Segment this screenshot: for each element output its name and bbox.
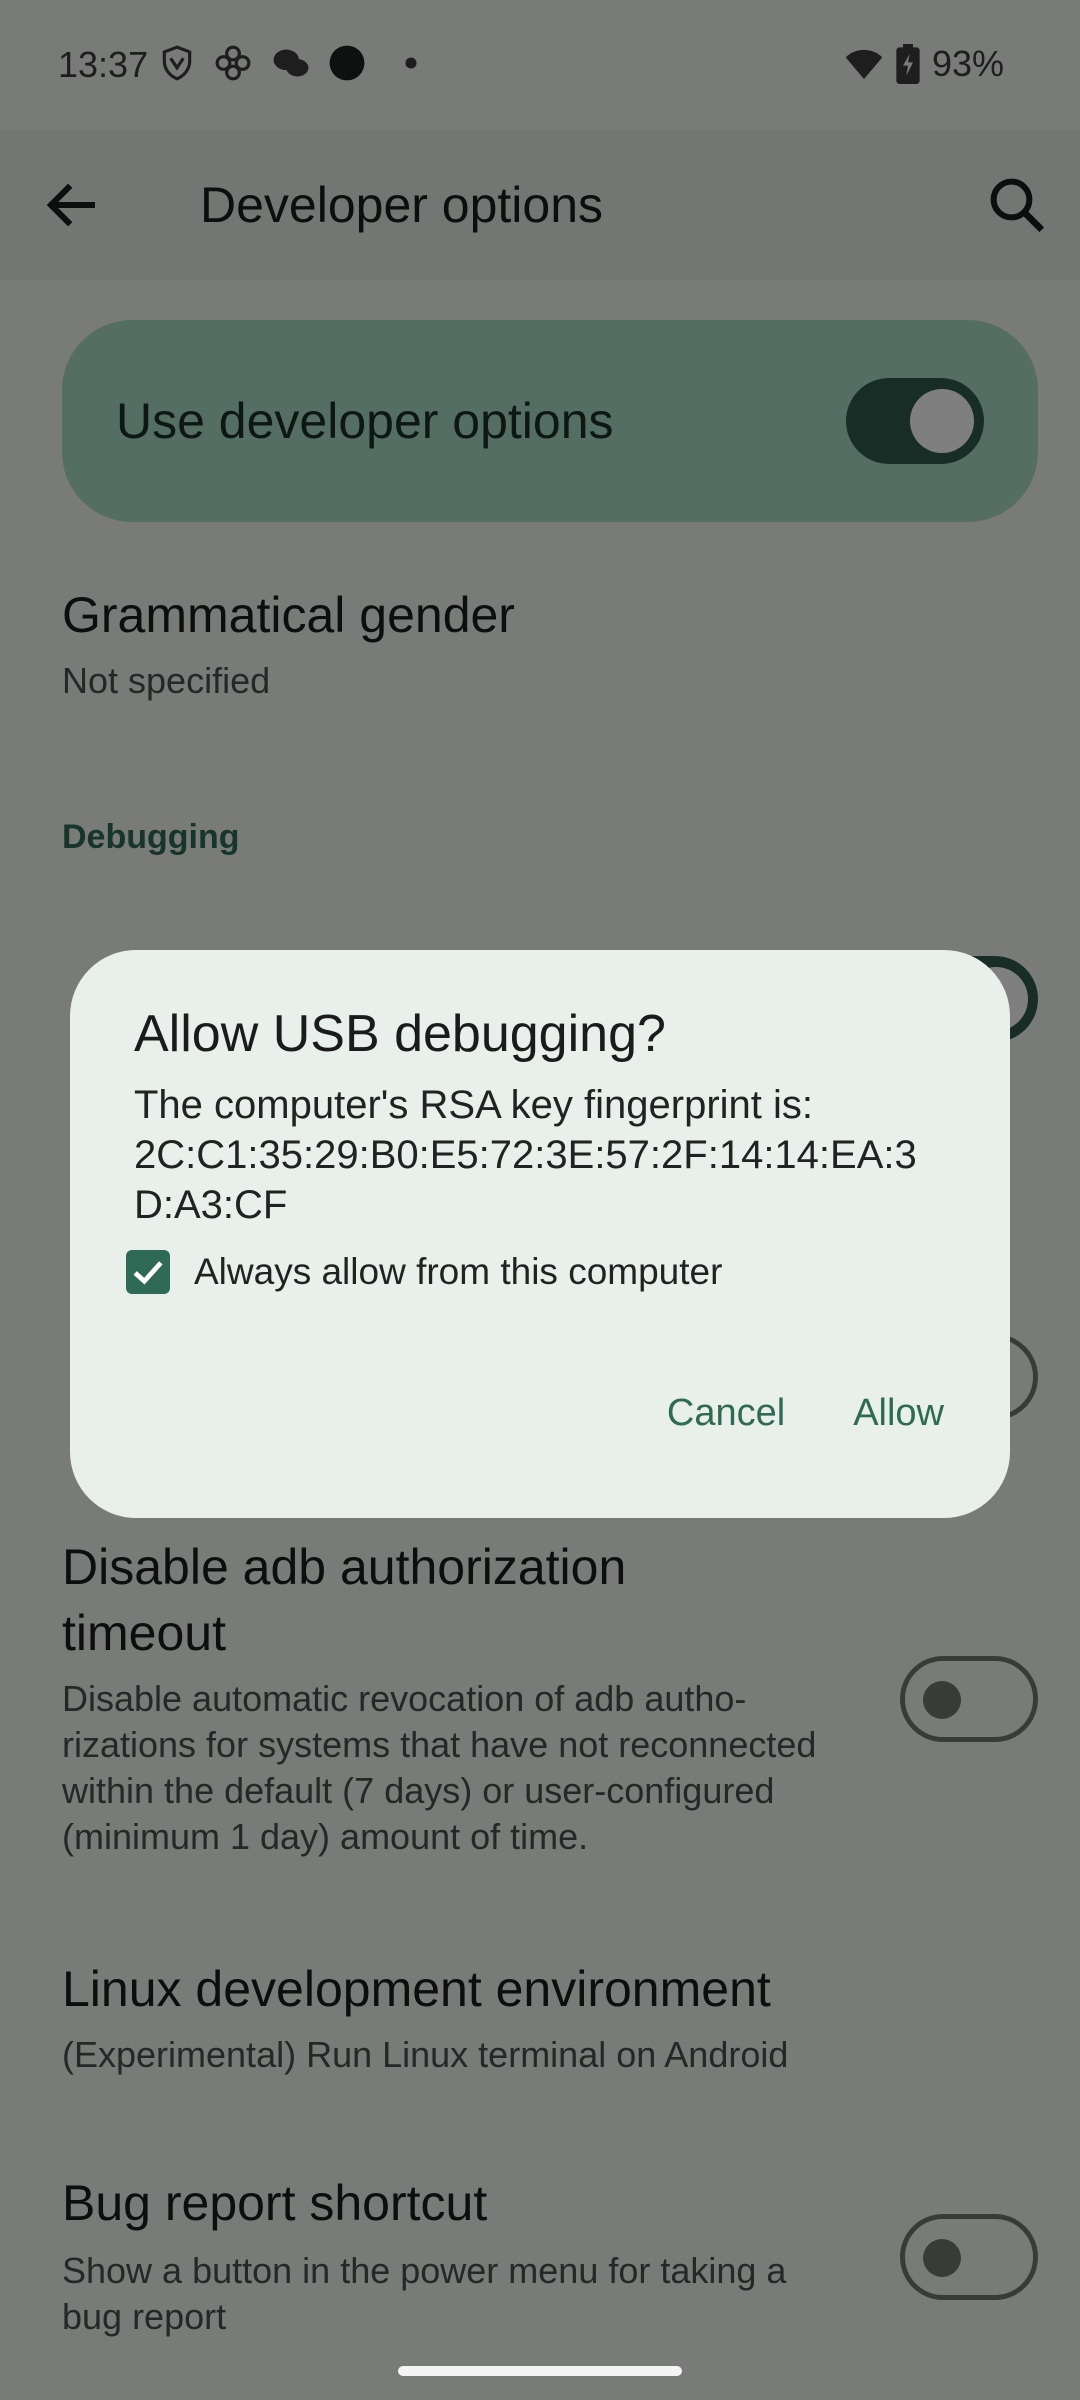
fingerprint-intro: The computer's RSA key fingerprint is: [134, 1083, 814, 1127]
fingerprint-value-line1: 2C:C1:35:29:B0:E5:72:3E:57:2F:14:14:EA:3 [134, 1133, 917, 1177]
allow-button[interactable]: Allow [853, 1392, 944, 1435]
dialog-body: The computer's RSA key fingerprint is: 2… [134, 1080, 964, 1230]
fingerprint-value-line2: D:A3:CF [134, 1183, 288, 1227]
dialog-actions: Cancel Allow [667, 1392, 944, 1435]
usb-debugging-dialog: Allow USB debugging? The computer's RSA … [70, 950, 1010, 1518]
cancel-button[interactable]: Cancel [667, 1392, 785, 1435]
gesture-nav-handle[interactable] [398, 2366, 682, 2376]
always-allow-checkbox[interactable] [126, 1250, 170, 1294]
checkmark-icon [133, 1261, 163, 1285]
always-allow-row[interactable]: Always allow from this computer [126, 1246, 722, 1298]
dialog-title: Allow USB debugging? [134, 1005, 666, 1063]
always-allow-label: Always allow from this computer [194, 1251, 723, 1292]
